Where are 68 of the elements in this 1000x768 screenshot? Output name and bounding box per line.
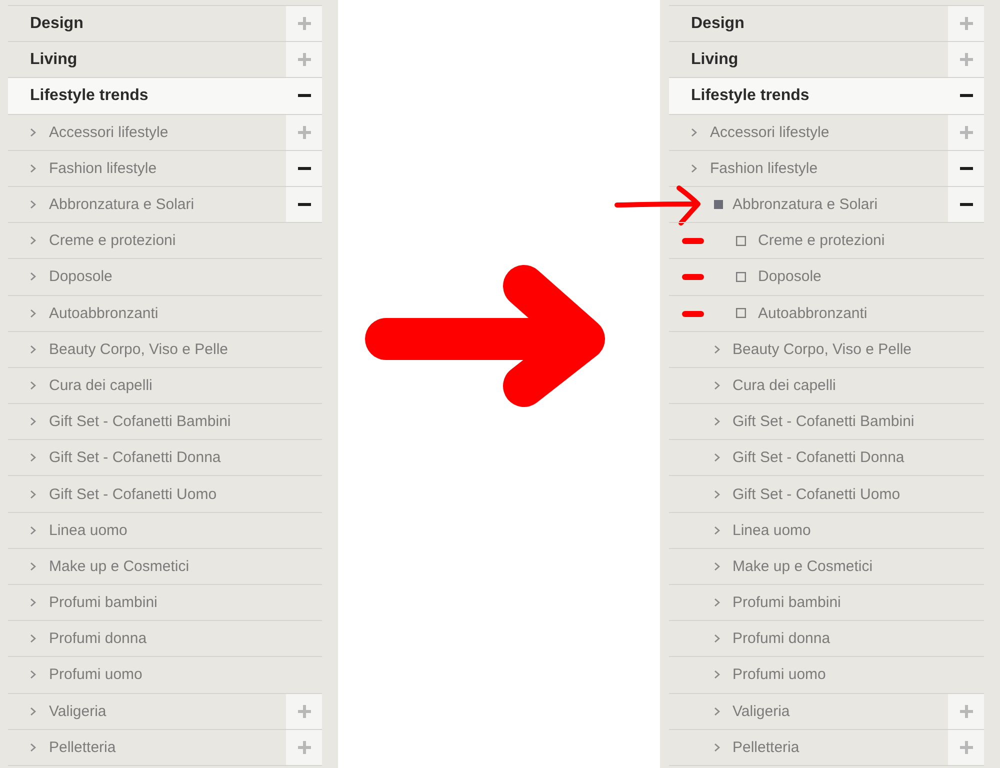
category-link[interactable]: Cura dei capelli — [732, 376, 984, 394]
category-link[interactable]: Profumi bambini — [732, 594, 984, 612]
expand-button[interactable] — [286, 6, 322, 42]
category-link[interactable]: Gift Set - Cofanetti Uomo — [49, 486, 322, 503]
category-link[interactable]: Beauty Corpo, Viso e Pelle — [49, 340, 322, 358]
category-link[interactable]: Living — [30, 50, 286, 69]
category-link[interactable]: Make up e Cosmetici — [732, 558, 984, 575]
category-link[interactable]: Creme e protezioni — [758, 232, 984, 250]
expand-button[interactable] — [286, 694, 322, 729]
plus-icon — [960, 740, 972, 754]
category-link[interactable]: Autoabbronzanti — [49, 304, 322, 322]
category-link[interactable]: Valigeria — [732, 702, 948, 720]
category-link[interactable]: Autoabbronzanti — [758, 304, 984, 322]
category-link[interactable]: Beauty Corpo, Viso e Pelle — [732, 340, 984, 358]
category-link[interactable]: Valigeria — [49, 702, 286, 720]
plus-icon — [960, 126, 972, 139]
plus-icon — [960, 53, 972, 66]
minus-icon — [298, 94, 310, 98]
plus-icon — [960, 17, 972, 30]
minus-icon — [960, 166, 972, 170]
category-link[interactable]: Fashion lifestyle — [710, 160, 948, 177]
category-link[interactable]: Creme e protezioni — [49, 232, 322, 250]
category-link[interactable]: Accessori lifestyle — [49, 124, 286, 141]
category-link[interactable]: Accessori lifestyle — [710, 124, 948, 141]
category-link[interactable]: Design — [691, 14, 948, 33]
minus-icon — [298, 166, 310, 170]
category-link[interactable]: Gift Set - Cofanetti Bambini — [49, 413, 322, 430]
category-link[interactable]: Doposole — [49, 268, 322, 286]
category-link[interactable]: Profumi donna — [732, 630, 984, 648]
category-link[interactable]: Abbronzatura e Solari — [732, 196, 948, 214]
category-link[interactable]: Linea uomo — [732, 522, 984, 539]
category-link[interactable]: Doposole — [758, 268, 984, 286]
category-link[interactable]: Living — [691, 50, 948, 69]
category-link[interactable]: Profumi uomo — [49, 666, 322, 684]
minus-icon — [298, 203, 310, 206]
plus-icon — [298, 704, 310, 718]
category-link[interactable]: Gift Set - Cofanetti Donna — [732, 449, 984, 466]
category-link[interactable]: Fashion lifestyle — [49, 160, 286, 177]
minus-icon — [960, 94, 972, 98]
expand-button[interactable] — [286, 730, 322, 765]
category-link[interactable]: Make up e Cosmetici — [49, 558, 322, 575]
expand-button[interactable] — [948, 694, 984, 729]
collapse-button[interactable] — [286, 150, 322, 186]
category-link[interactable]: Abbronzatura e Solari — [49, 196, 286, 214]
category-link[interactable]: Profumi bambini — [49, 594, 322, 612]
category-link[interactable]: Lifestyle trends — [691, 86, 948, 105]
category-link[interactable]: Profumi uomo — [732, 666, 984, 684]
category-link[interactable]: Gift Set - Cofanetti Bambini — [732, 413, 984, 430]
category-link[interactable]: Pelletteria — [49, 738, 286, 756]
plus-icon — [298, 740, 310, 754]
plus-icon — [298, 53, 310, 66]
category-link[interactable]: Linea uomo — [49, 522, 322, 539]
plus-icon — [960, 704, 972, 718]
category-link[interactable]: Gift Set - Cofanetti Donna — [49, 449, 322, 466]
collapse-button[interactable] — [286, 186, 322, 222]
collapse-button[interactable] — [948, 150, 984, 186]
collapse-button[interactable] — [948, 186, 984, 222]
category-link[interactable]: Design — [30, 14, 286, 33]
plus-icon — [298, 17, 310, 30]
category-link[interactable]: Pelletteria — [732, 738, 948, 756]
category-link[interactable]: Gift Set - Cofanetti Uomo — [732, 486, 984, 503]
expand-button[interactable] — [948, 730, 984, 765]
category-link[interactable]: Cura dei capelli — [49, 376, 322, 394]
minus-icon — [960, 203, 972, 206]
category-link[interactable]: Lifestyle trends — [30, 86, 286, 105]
plus-icon — [298, 126, 310, 139]
expand-button[interactable] — [948, 6, 984, 42]
category-link[interactable]: Profumi donna — [49, 630, 322, 648]
